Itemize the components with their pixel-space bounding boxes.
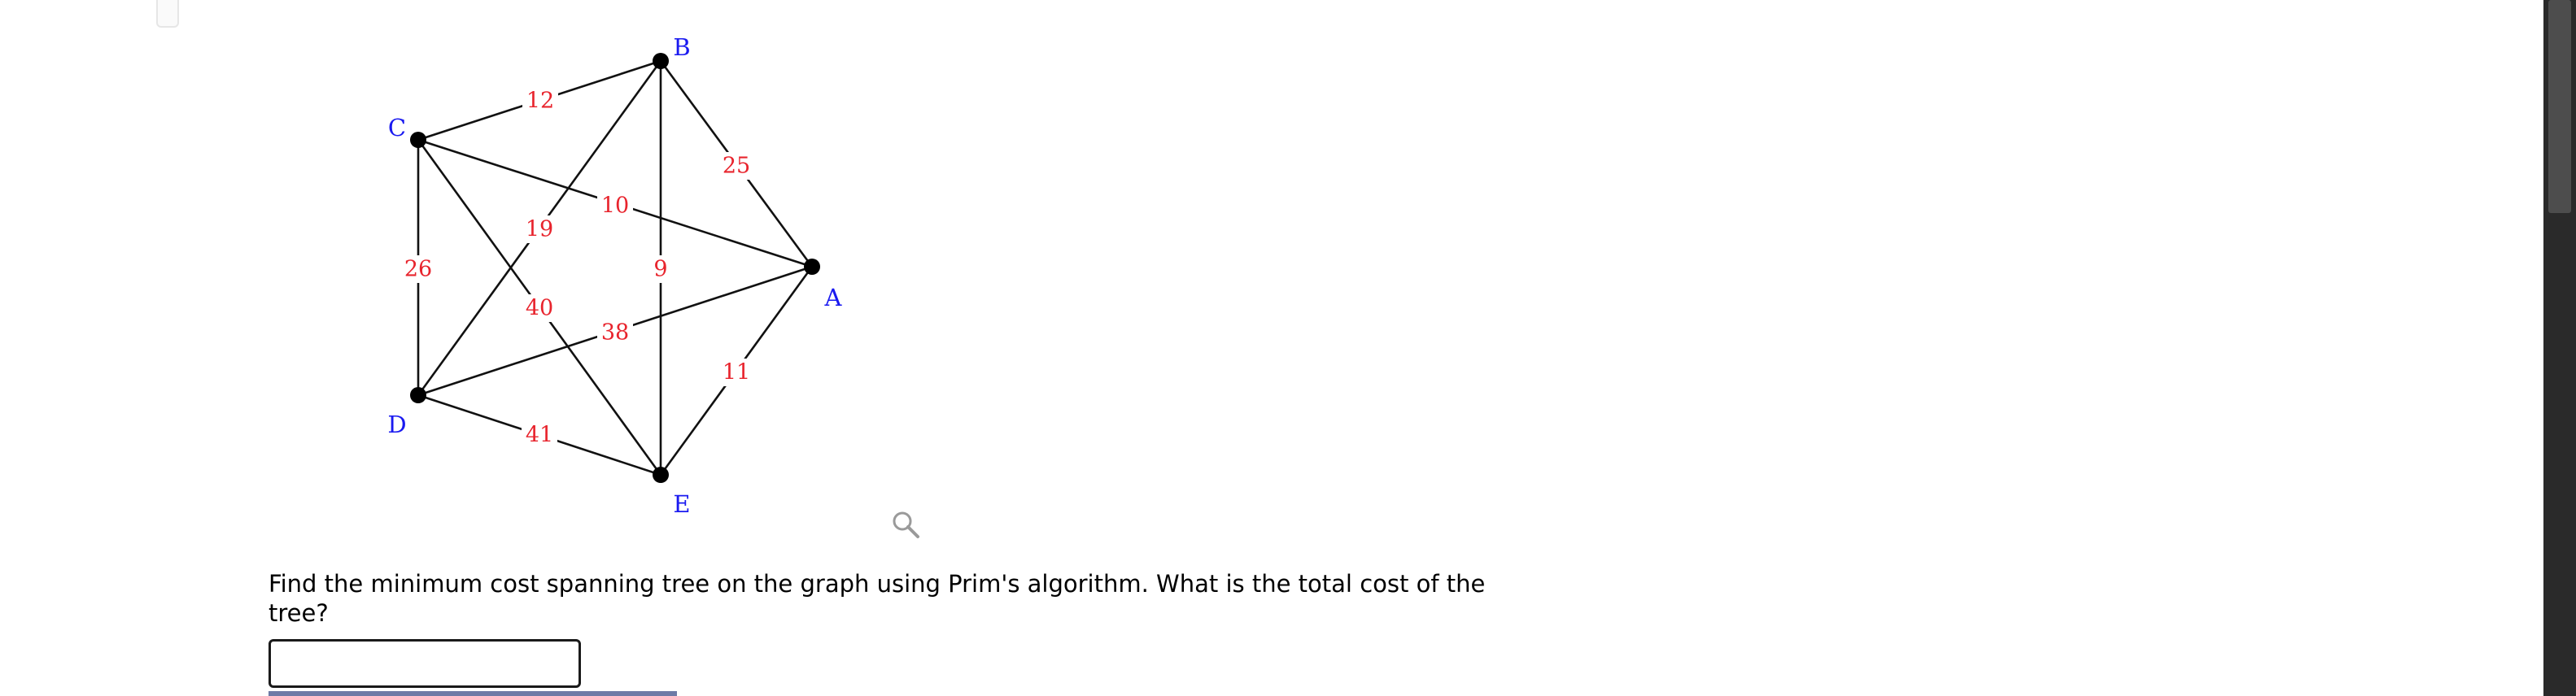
vertex-d: [410, 387, 426, 403]
edge-weight-label: 38: [601, 320, 629, 346]
edge-weight-label: 10: [601, 194, 629, 219]
weighted-graph-diagram: 12 25 10 19 9 26 40 38 11 41 A B C D E: [387, 33, 843, 518]
question-text: Find the minimum cost spanning tree on t…: [269, 570, 1486, 627]
vertex-b: [653, 53, 669, 69]
edge-weight-label: 40: [526, 296, 553, 321]
vertex-a: [804, 259, 820, 275]
edge-weight-label: 41: [526, 423, 553, 448]
vertex-label-a: A: [824, 284, 843, 311]
vertex-e: [653, 467, 669, 483]
vertex-label-b: B: [673, 33, 690, 61]
edge-weight-label: 26: [404, 257, 432, 282]
edge-weight-label: 25: [723, 154, 750, 179]
answer-input[interactable]: [269, 639, 581, 688]
vertex-c: [410, 132, 426, 148]
vertical-scrollbar[interactable]: [2543, 0, 2576, 696]
scrollbar-thumb[interactable]: [2548, 0, 2571, 213]
submit-button[interactable]: [269, 691, 677, 696]
edge-weight-label: 12: [526, 89, 554, 114]
vertex-label-d: D: [387, 411, 406, 438]
vertex-label-e: E: [673, 490, 690, 518]
vertex-label-c: C: [388, 114, 406, 141]
edge-weight-label: 9: [653, 257, 667, 282]
zoom-magnifier-icon[interactable]: [890, 509, 923, 542]
edge-weight-label: 19: [526, 217, 553, 242]
edge-weight-label: 11: [723, 360, 750, 385]
